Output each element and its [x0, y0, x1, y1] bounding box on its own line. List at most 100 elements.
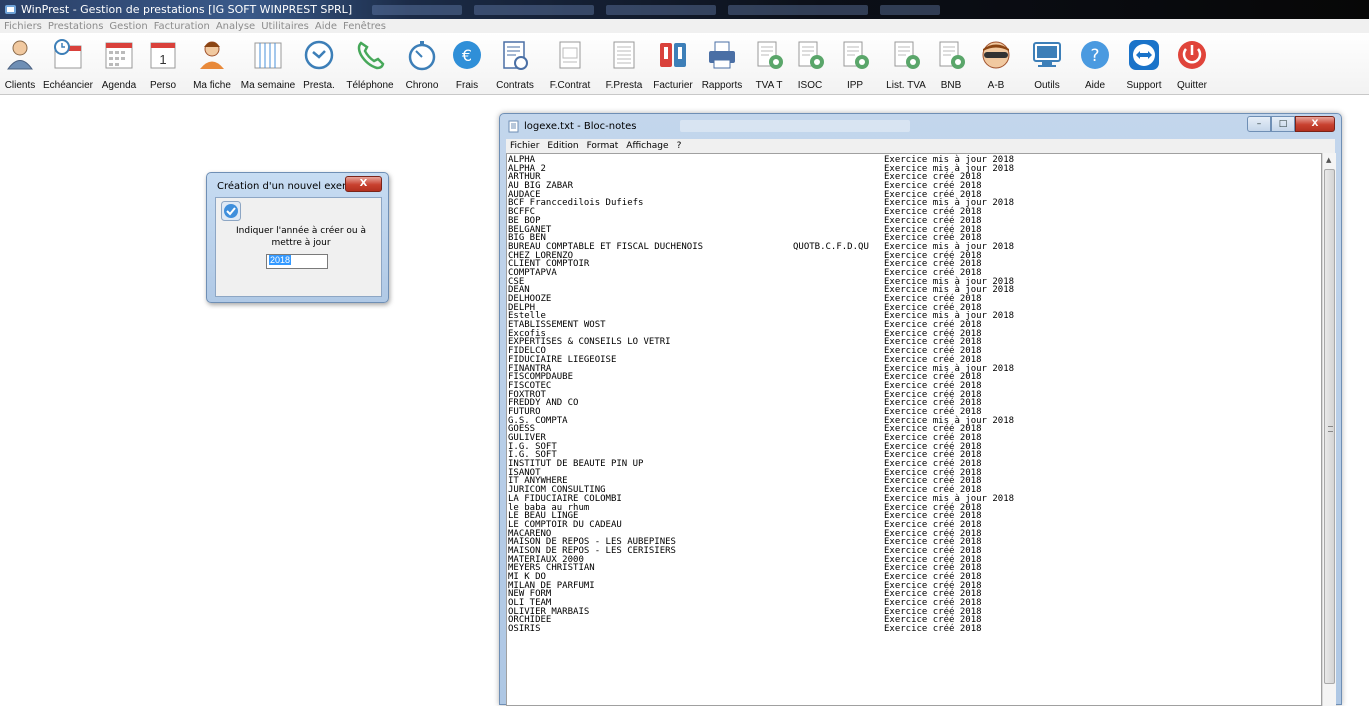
- main-toolbar: Clients Echéancier Agenda 1 Perso Ma fiche Ma …: [0, 33, 1369, 95]
- notepad-menu-help[interactable]: ?: [677, 141, 682, 151]
- client-code: [793, 156, 884, 165]
- menu-utilitaires[interactable]: Utilitaires: [261, 21, 309, 32]
- toolbar-outils-button[interactable]: Outils: [1022, 33, 1072, 95]
- client-code: [793, 408, 884, 417]
- client-code: [793, 365, 884, 374]
- client-code: [793, 199, 884, 208]
- menu-fichiers[interactable]: Fichiers: [4, 21, 42, 32]
- toolbar-chrono-button[interactable]: Chrono: [398, 33, 446, 95]
- toolbar-button-label: Support: [1126, 80, 1162, 91]
- toolbar-ipp-button[interactable]: IPP: [830, 33, 880, 95]
- toolbar-ma-semaine-button[interactable]: Ma semaine: [240, 33, 296, 95]
- svg-text:?: ?: [1090, 46, 1099, 66]
- main-menu-bar: Fichiers Prestations Gestion Facturation Ana…: [0, 19, 1369, 33]
- confirm-check-icon[interactable]: [221, 201, 241, 221]
- toolbar-button-label: Quitter: [1176, 80, 1207, 91]
- client-code: [793, 547, 884, 556]
- printer-icon: [709, 41, 735, 69]
- toolbar-contrats-button[interactable]: Contrats: [488, 33, 542, 95]
- client-code: [793, 382, 884, 391]
- menu-prestations[interactable]: Prestations: [48, 21, 104, 32]
- toolbar-button-label: Facturier: [653, 80, 693, 91]
- log-line: OSIRIS Exercice créé 2018: [508, 625, 1321, 634]
- notepad-title: logexe.txt - Bloc-notes: [524, 121, 637, 132]
- notepad-text-area[interactable]: ALPHA Exercice mis à jour 2018 ALPHA 2 Exer…: [506, 153, 1322, 706]
- client-code: [793, 295, 884, 304]
- toolbar-button-label: Contrats: [496, 80, 534, 91]
- toolbar-agenda-button[interactable]: Agenda: [96, 33, 142, 95]
- client-code: [793, 486, 884, 495]
- notepad-menu-fichier[interactable]: Fichier: [510, 141, 539, 151]
- close-button[interactable]: X: [1295, 116, 1335, 132]
- toolbar-button-label: List. TVA: [886, 80, 926, 91]
- toolbar-presta-button[interactable]: Presta.: [296, 33, 342, 95]
- toolbar-button-label: Ma semaine: [240, 80, 296, 91]
- week-grid-icon: [254, 42, 282, 69]
- toolbar-frais-button[interactable]: € Frais: [446, 33, 488, 95]
- client-code: [793, 495, 884, 504]
- menu-facturation[interactable]: Facturation: [154, 21, 210, 32]
- dialog-close-button[interactable]: X: [345, 176, 382, 192]
- notepad-menu-edition[interactable]: Edition: [547, 141, 578, 151]
- doc-green-badge-icon: [798, 41, 824, 69]
- toolbar-a-b-button[interactable]: A-B: [970, 33, 1022, 95]
- toolbar-echéancier-button[interactable]: Echéancier: [40, 33, 96, 95]
- client-code: [793, 356, 884, 365]
- background-taskbar-shadow: [372, 4, 941, 15]
- toolbar-ma-fiche-button[interactable]: Ma fiche: [184, 33, 240, 95]
- toolbar-facturier-button[interactable]: Facturier: [650, 33, 696, 95]
- toolbar-button-label: F.Presta: [605, 80, 643, 91]
- teamviewer-icon: [1129, 40, 1159, 70]
- client-code: [793, 556, 884, 565]
- maximize-button[interactable]: □: [1271, 116, 1295, 132]
- toolbar-tva-t-button[interactable]: TVA T: [748, 33, 790, 95]
- minimize-button[interactable]: –: [1247, 116, 1271, 132]
- client-code: [793, 608, 884, 617]
- client-name: ALPHA: [508, 155, 536, 165]
- client-name: BELGANET: [508, 224, 552, 235]
- client-code: [793, 226, 884, 235]
- vertical-scrollbar[interactable]: ▲: [1322, 153, 1336, 706]
- app-title-bar[interactable]: WinPrest - Gestion de prestations [IG SO…: [0, 0, 1369, 19]
- dialog-title: Création d'un nouvel exercice: [217, 181, 366, 192]
- year-input[interactable]: 2018: [266, 254, 328, 269]
- toolbar-clients-button[interactable]: Clients: [0, 33, 40, 95]
- dialog-message: Indiquer l'année à créer ou à mettre à j…: [236, 226, 366, 248]
- toolbar-f-contrat-button[interactable]: F.Contrat: [542, 33, 598, 95]
- toolbar-isoc-button[interactable]: ISOC: [790, 33, 830, 95]
- toolbar-rapports-button[interactable]: Rapports: [696, 33, 748, 95]
- notepad-menu-affichage[interactable]: Affichage: [626, 141, 668, 151]
- menu-aide[interactable]: Aide: [315, 21, 337, 32]
- client-name: CSE: [508, 276, 525, 287]
- menu-gestion[interactable]: Gestion: [109, 21, 147, 32]
- exercise-status: Exercice créé 2018: [884, 624, 982, 635]
- toolbar-button-label: ISOC: [797, 80, 823, 91]
- toolbar-perso-button[interactable]: 1 Perso: [142, 33, 184, 95]
- client-name: INSTITUT DE BEAUTE PIN UP: [508, 459, 644, 470]
- client-code: [793, 321, 884, 330]
- menu-fenêtres[interactable]: Fenêtres: [343, 21, 386, 32]
- client-code: [793, 538, 884, 547]
- client-code: [793, 399, 884, 408]
- scroll-up-arrow-icon[interactable]: ▲: [1326, 156, 1331, 164]
- toolbar-quitter-button[interactable]: Quitter: [1170, 33, 1214, 95]
- doc-green-badge-icon: [757, 41, 783, 69]
- title-glass-reflection: [680, 120, 910, 132]
- client-code: [793, 616, 884, 625]
- toolbar-aide-button[interactable]: ? Aide: [1072, 33, 1118, 95]
- notepad-menu-format[interactable]: Format: [587, 141, 619, 151]
- scrollbar-thumb[interactable]: [1324, 169, 1335, 684]
- toolbar-bnb-button[interactable]: BNB: [932, 33, 970, 95]
- document-lines-icon: [613, 41, 635, 69]
- toolbar-f-presta-button[interactable]: F.Presta: [598, 33, 650, 95]
- client-code: [793, 512, 884, 521]
- toolbar-téléphone-button[interactable]: Téléphone: [342, 33, 398, 95]
- toolbar-list-tva-button[interactable]: List. TVA: [880, 33, 932, 95]
- person-orange-icon: [200, 41, 224, 69]
- toolbar-support-button[interactable]: Support: [1118, 33, 1170, 95]
- client-code: [793, 417, 884, 426]
- client-code: [793, 304, 884, 313]
- menu-analyse[interactable]: Analyse: [216, 21, 255, 32]
- client-code: [793, 182, 884, 191]
- client-name: ALPHA 2: [508, 163, 546, 174]
